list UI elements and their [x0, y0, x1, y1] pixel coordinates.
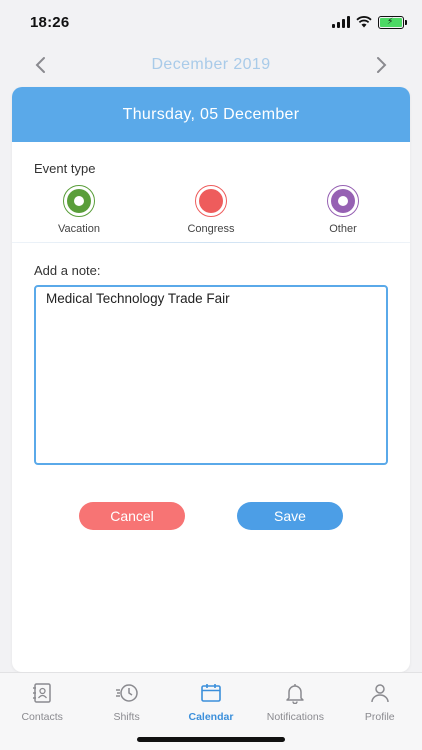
bell-icon: [283, 681, 307, 705]
divider: [12, 242, 410, 243]
battery-icon: ⚡: [378, 15, 407, 29]
event-option-congress[interactable]: Congress: [166, 185, 256, 235]
wifi-icon: [356, 16, 372, 28]
event-option-label: Vacation: [58, 223, 100, 235]
vacation-radio[interactable]: [63, 185, 95, 217]
contacts-book-icon: [30, 681, 54, 705]
event-card: Thursday, 05 December Event type Vacatio…: [12, 87, 410, 672]
tab-label: Shifts: [113, 711, 140, 723]
event-option-label: Other: [329, 223, 357, 235]
event-option-other[interactable]: Other: [298, 185, 388, 235]
event-option-label: Congress: [187, 223, 235, 235]
note-input[interactable]: Medical Technology Trade Fair: [34, 285, 388, 465]
congress-radio[interactable]: [195, 185, 227, 217]
other-radio[interactable]: [327, 185, 359, 217]
event-option-vacation[interactable]: Vacation: [34, 185, 124, 235]
chevron-left-icon: [35, 57, 45, 73]
chevron-right-icon: [376, 57, 387, 73]
person-icon: [368, 681, 392, 705]
history-clock-icon: [115, 681, 139, 705]
tab-label: Contacts: [21, 711, 63, 723]
tab-label: Profile: [364, 711, 395, 723]
tab-label: Calendar: [188, 711, 234, 723]
save-button[interactable]: Save: [237, 502, 343, 530]
month-title: December 2019: [151, 56, 271, 73]
tab-contacts[interactable]: Contacts: [0, 681, 84, 750]
status-bar: 18:26 ⚡: [0, 0, 422, 44]
selected-date-title: Thursday, 05 December: [122, 105, 300, 123]
previous-month-button[interactable]: [30, 53, 50, 77]
next-month-button[interactable]: [372, 53, 392, 77]
cancel-button[interactable]: Cancel: [79, 502, 185, 530]
signal-icon: [332, 16, 350, 28]
tab-bar: Contacts Shifts Calendar Notifications P…: [0, 672, 422, 750]
status-icons: ⚡: [332, 15, 407, 29]
tab-profile[interactable]: Profile: [338, 681, 422, 750]
event-type-options: Vacation Congress Other: [34, 185, 388, 235]
month-navigation: December 2019: [0, 48, 422, 82]
home-indicator[interactable]: [137, 737, 285, 742]
action-buttons: Cancel Save: [12, 502, 410, 530]
card-header: Thursday, 05 December: [12, 87, 410, 142]
status-time: 18:26: [30, 13, 70, 31]
tab-label: Notifications: [266, 711, 324, 723]
event-type-label: Event type: [34, 161, 96, 176]
note-label: Add a note:: [34, 263, 101, 278]
calendar-icon: [199, 681, 223, 705]
